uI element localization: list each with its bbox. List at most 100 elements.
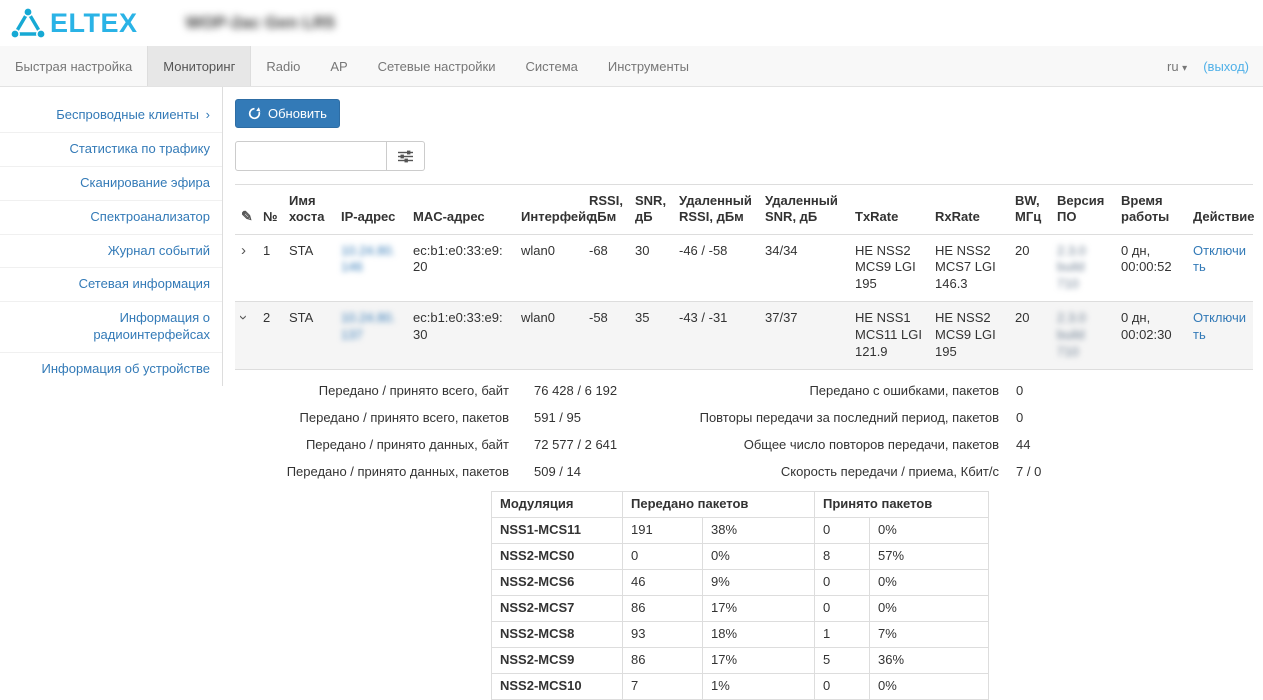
col-modulation: Модуляция	[492, 492, 623, 518]
tx-percent: 1%	[703, 673, 815, 699]
language-label: ru	[1167, 59, 1179, 74]
stat-value: 76 428 / 6 192	[509, 378, 669, 405]
tab-tools[interactable]: Инструменты	[593, 46, 704, 86]
refresh-button[interactable]: Обновить	[235, 99, 340, 128]
chevron-right-icon: ›	[206, 107, 210, 122]
tab-system[interactable]: Система	[511, 46, 593, 86]
expander-cell: ›	[235, 302, 257, 370]
client-mac: ec:b1:e0:33:e9:20	[407, 234, 515, 302]
col-number: №	[257, 185, 283, 235]
mcs-name: NSS2-MCS10	[492, 673, 623, 699]
rx-count: 0	[815, 595, 870, 621]
sidebar-item-device-info[interactable]: Информация об устройстве	[0, 353, 222, 386]
client-uptime: 0 дн, 00:02:30	[1115, 302, 1187, 370]
expand-row-icon[interactable]: ›	[241, 242, 246, 259]
stat-label: Передано с ошибками, пакетов	[669, 378, 999, 405]
search-group	[235, 141, 1253, 171]
tab-radio[interactable]: Radio	[251, 46, 315, 86]
modulation-row: NSS2-MCS8 93 18% 1 7%	[492, 621, 989, 647]
sidebar-item-traffic-stats[interactable]: Статистика по трафику	[0, 133, 222, 167]
col-bw: BW, МГц	[1009, 185, 1051, 235]
col-fw-version: Версия ПО	[1051, 185, 1115, 235]
refresh-label: Обновить	[268, 106, 327, 121]
client-txrate: HE NSS2 MCS9 LGI 195	[849, 234, 929, 302]
rx-percent: 7%	[870, 621, 989, 647]
filter-button[interactable]	[387, 141, 425, 171]
stat-label: Скорость передачи / приема, Кбит/с	[669, 459, 999, 486]
rx-count: 1	[815, 621, 870, 647]
mcs-name: NSS2-MCS7	[492, 595, 623, 621]
main-content: Обновить	[223, 87, 1263, 700]
modulation-row: NSS2-MCS0 0 0% 8 57%	[492, 544, 989, 570]
tx-count: 191	[623, 518, 703, 544]
tx-percent: 0%	[703, 544, 815, 570]
client-bw: 20	[1009, 302, 1051, 370]
disconnect-link[interactable]: Отключить	[1193, 310, 1246, 342]
col-uptime: Время работы	[1115, 185, 1187, 235]
sidebar-item-wireless-clients[interactable]: Беспроводные клиенты ›	[0, 99, 222, 133]
logout-link[interactable]: (выход)	[1203, 59, 1249, 74]
rx-count: 0	[815, 570, 870, 596]
collapse-row-icon[interactable]: ›	[236, 315, 251, 320]
rx-percent: 0%	[870, 570, 989, 596]
sidebar-item-event-log[interactable]: Журнал событий	[0, 235, 222, 269]
stat-value: 509 / 14	[509, 459, 669, 486]
modulation-header-row: Модуляция Передано пакетов Принято пакет…	[492, 492, 989, 518]
pencil-icon[interactable]: ✎	[241, 208, 253, 224]
client-fw-version: 2.3.0 build 710	[1051, 234, 1115, 302]
sidebar-item-radio-interfaces-info[interactable]: Информация о радиоинтерфейсах	[0, 302, 222, 353]
col-mac: MAC-адрес	[407, 185, 515, 235]
mcs-name: NSS1-MCS11	[492, 518, 623, 544]
stat-value: 44	[999, 432, 1041, 459]
client-action: Отключить	[1187, 302, 1253, 370]
col-snr: SNR, дБ	[629, 185, 673, 235]
client-interface: wlan0	[515, 234, 583, 302]
tab-network-settings[interactable]: Сетевые настройки	[363, 46, 511, 86]
rx-percent: 0%	[870, 518, 989, 544]
sidebar-item-network-info[interactable]: Сетевая информация	[0, 268, 222, 302]
mcs-name: NSS2-MCS9	[492, 647, 623, 673]
client-bw: 20	[1009, 234, 1051, 302]
tab-quick-setup[interactable]: Быстрая настройка	[0, 46, 147, 86]
client-rssi: -58	[583, 302, 629, 370]
client-rssi: -68	[583, 234, 629, 302]
client-remote-snr: 34/34	[759, 234, 849, 302]
client-number: 2	[257, 302, 283, 370]
tab-ap[interactable]: AP	[315, 46, 362, 86]
tab-monitoring[interactable]: Мониторинг	[147, 46, 251, 86]
modulation-row: NSS2-MCS9 86 17% 5 36%	[492, 647, 989, 673]
client-details-right: Передано с ошибками, пакетов0 Повторы пе…	[669, 378, 1041, 486]
stat-label: Передано / принято данных, пакетов	[235, 459, 509, 486]
modulation-row: NSS2-MCS10 7 1% 0 0%	[492, 673, 989, 699]
col-rxrate: RxRate	[929, 185, 1009, 235]
disconnect-link[interactable]: Отключить	[1193, 243, 1246, 275]
tx-percent: 18%	[703, 621, 815, 647]
client-ip: 10.24.80.137	[335, 302, 407, 370]
stat-label: Повторы передачи за последний период, па…	[669, 405, 999, 432]
search-input[interactable]	[235, 141, 387, 171]
tx-count: 86	[623, 595, 703, 621]
sidebar: Беспроводные клиенты › Статистика по тра…	[0, 87, 223, 386]
sidebar-item-air-scan[interactable]: Сканирование эфира	[0, 167, 222, 201]
client-remote-snr: 37/37	[759, 302, 849, 370]
language-selector[interactable]: ru ▾	[1167, 59, 1187, 74]
mcs-name: NSS2-MCS8	[492, 621, 623, 647]
filter-sliders-icon	[398, 150, 413, 163]
stat-value: 0	[999, 378, 1041, 405]
sidebar-item-label: Беспроводные клиенты	[56, 107, 199, 122]
tx-count: 46	[623, 570, 703, 596]
client-ip-value: 10.24.80.137	[341, 310, 395, 342]
client-rxrate: HE NSS2 MCS7 LGI 146.3	[929, 234, 1009, 302]
col-action: Действие	[1187, 185, 1253, 235]
modulation-row: NSS1-MCS11 191 38% 0 0%	[492, 518, 989, 544]
stat-value: 0	[999, 405, 1041, 432]
col-hostname: Имя хоста	[283, 185, 335, 235]
stat-value: 591 / 95	[509, 405, 669, 432]
col-tx-packets: Передано пакетов	[623, 492, 815, 518]
stat-label: Передано / принято данных, байт	[235, 432, 509, 459]
sidebar-item-spectrum-analyzer[interactable]: Спектроанализатор	[0, 201, 222, 235]
client-remote-rssi: -43 / -31	[673, 302, 759, 370]
rx-count: 0	[815, 673, 870, 699]
rx-count: 0	[815, 518, 870, 544]
client-fw-version: 2.3.0 build 710	[1051, 302, 1115, 370]
